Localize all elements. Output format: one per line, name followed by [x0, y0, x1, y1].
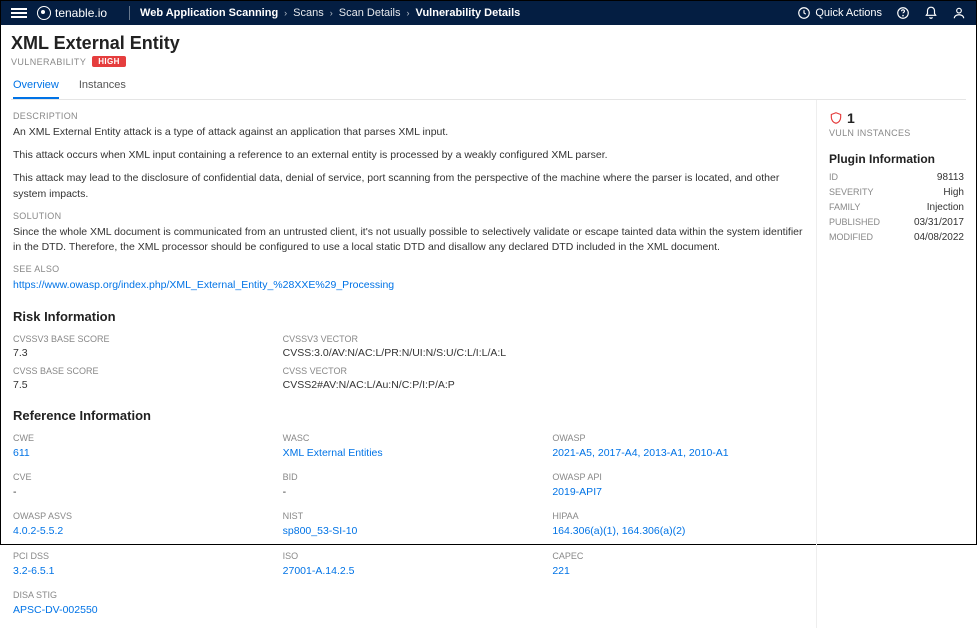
chevron-right-icon: › — [407, 8, 410, 18]
description-p2: This attack occurs when XML input contai… — [13, 148, 804, 163]
owasp-asvs-link[interactable]: 4.0.2-5.5.2 — [13, 525, 63, 537]
help-icon[interactable] — [896, 6, 910, 20]
hipaa-link[interactable]: 164.306(a)(1), 164.306(a)(2) — [552, 525, 685, 537]
page-title: XML External Entity — [11, 33, 966, 54]
cvss3-vector: CVSS:3.0/AV:N/AC:L/PR:N/UI:N/S:U/C:L/I:L… — [283, 346, 804, 361]
menu-icon[interactable] — [11, 8, 27, 18]
chevron-right-icon: › — [284, 8, 287, 18]
description-p1: An XML External Entity attack is a type … — [13, 125, 804, 140]
solution-heading: SOLUTION — [13, 210, 804, 223]
user-icon[interactable] — [952, 6, 966, 20]
divider — [129, 6, 130, 20]
breadcrumb-scans[interactable]: Scans — [293, 7, 324, 19]
plugin-info-title: Plugin Information — [829, 152, 964, 166]
bell-icon[interactable] — [924, 6, 938, 20]
plugin-family: Injection — [927, 202, 964, 213]
plugin-id: 98113 — [937, 172, 964, 183]
quick-actions-label: Quick Actions — [815, 7, 882, 19]
cvss3-vector-label: CVSSV3 VECTOR — [283, 333, 804, 346]
see-also-heading: SEE ALSO — [13, 263, 804, 276]
brand-logo[interactable]: tenable.io — [37, 6, 107, 20]
wasc-label: WASC — [283, 432, 535, 445]
cvss-vector-label: CVSS VECTOR — [283, 365, 804, 378]
nist-label: NIST — [283, 510, 535, 523]
owasp-asvs-label: OWASP ASVS — [13, 510, 265, 523]
brand-name: tenable.io — [55, 6, 107, 20]
see-also-link[interactable]: https://www.owasp.org/index.php/XML_Exte… — [13, 279, 394, 291]
wasc-link[interactable]: XML External Entities — [283, 447, 383, 459]
iso-label: ISO — [283, 550, 535, 563]
risk-title: Risk Information — [13, 308, 804, 327]
nist-link[interactable]: sp800_53-SI-10 — [283, 525, 358, 537]
pci-dss-link[interactable]: 3.2-6.5.1 — [13, 565, 54, 577]
plugin-sev: High — [943, 187, 964, 198]
tab-instances[interactable]: Instances — [79, 79, 126, 99]
plugin-mod: 04/08/2022 — [914, 232, 964, 243]
reference-title: Reference Information — [13, 407, 804, 426]
capec-link[interactable]: 221 — [552, 565, 570, 577]
clock-icon — [797, 6, 811, 20]
disa-link[interactable]: APSC-DV-002550 — [13, 604, 98, 616]
subtitle-label: VULNERABILITY — [11, 57, 86, 67]
description-heading: DESCRIPTION — [13, 110, 804, 123]
tabs: Overview Instances — [11, 79, 966, 100]
sidebar: 1 VULN INSTANCES Plugin Information ID 98… — [816, 100, 976, 628]
plugin-family-label: FAMILY — [829, 202, 860, 213]
cvss3-base-label: CVSSV3 BASE SCORE — [13, 333, 265, 346]
main-content: DESCRIPTION An XML External Entity attac… — [1, 100, 816, 628]
breadcrumb-app[interactable]: Web Application Scanning — [140, 7, 278, 19]
plugin-id-label: ID — [829, 172, 838, 183]
header: XML External Entity VULNERABILITY HIGH O… — [1, 25, 976, 100]
cvss3-base: 7.3 — [13, 346, 265, 361]
plugin-sev-label: SEVERITY — [829, 187, 874, 198]
vuln-count: 1 — [847, 110, 855, 126]
plugin-mod-label: MODIFIED — [829, 232, 873, 243]
iso-link[interactable]: 27001-A.14.2.5 — [283, 565, 355, 577]
cve-label: CVE — [13, 471, 265, 484]
cwe-label: CWE — [13, 432, 265, 445]
chevron-right-icon: › — [330, 8, 333, 18]
shield-icon — [829, 111, 843, 125]
plugin-pub-label: PUBLISHED — [829, 217, 880, 228]
owasp-label: OWASP — [552, 432, 804, 445]
bid-val: - — [283, 485, 535, 500]
plugin-pub: 03/31/2017 — [914, 217, 964, 228]
owasp-api-label: OWASP API — [552, 471, 804, 484]
breadcrumb-vuln-details[interactable]: Vulnerability Details — [416, 7, 521, 19]
cvss-base: 7.5 — [13, 378, 265, 393]
logo-icon — [37, 6, 51, 20]
owasp-api-link[interactable]: 2019-API7 — [552, 486, 602, 498]
breadcrumb-scan-details[interactable]: Scan Details — [339, 7, 401, 19]
description-p3: This attack may lead to the disclosure o… — [13, 171, 804, 201]
quick-actions-button[interactable]: Quick Actions — [797, 6, 882, 20]
cve-val: - — [13, 485, 265, 500]
pci-dss-label: PCI DSS — [13, 550, 265, 563]
capec-label: CAPEC — [552, 550, 804, 563]
topbar: tenable.io Web Application Scanning › Sc… — [1, 1, 976, 25]
disa-label: DISA STIG — [13, 589, 265, 602]
hipaa-label: HIPAA — [552, 510, 804, 523]
owasp-link[interactable]: 2021-A5, 2017-A4, 2013-A1, 2010-A1 — [552, 447, 728, 459]
cvss-base-label: CVSS BASE SCORE — [13, 365, 265, 378]
cwe-link[interactable]: 611 — [13, 447, 30, 459]
severity-badge: HIGH — [92, 56, 126, 67]
vuln-instances-label: VULN INSTANCES — [829, 128, 964, 138]
solution-text: Since the whole XML document is communic… — [13, 225, 804, 255]
cvss-vector: CVSS2#AV:N/AC:L/Au:N/C:P/I:P/A:P — [283, 378, 804, 393]
bid-label: BID — [283, 471, 535, 484]
tab-overview[interactable]: Overview — [13, 79, 59, 99]
